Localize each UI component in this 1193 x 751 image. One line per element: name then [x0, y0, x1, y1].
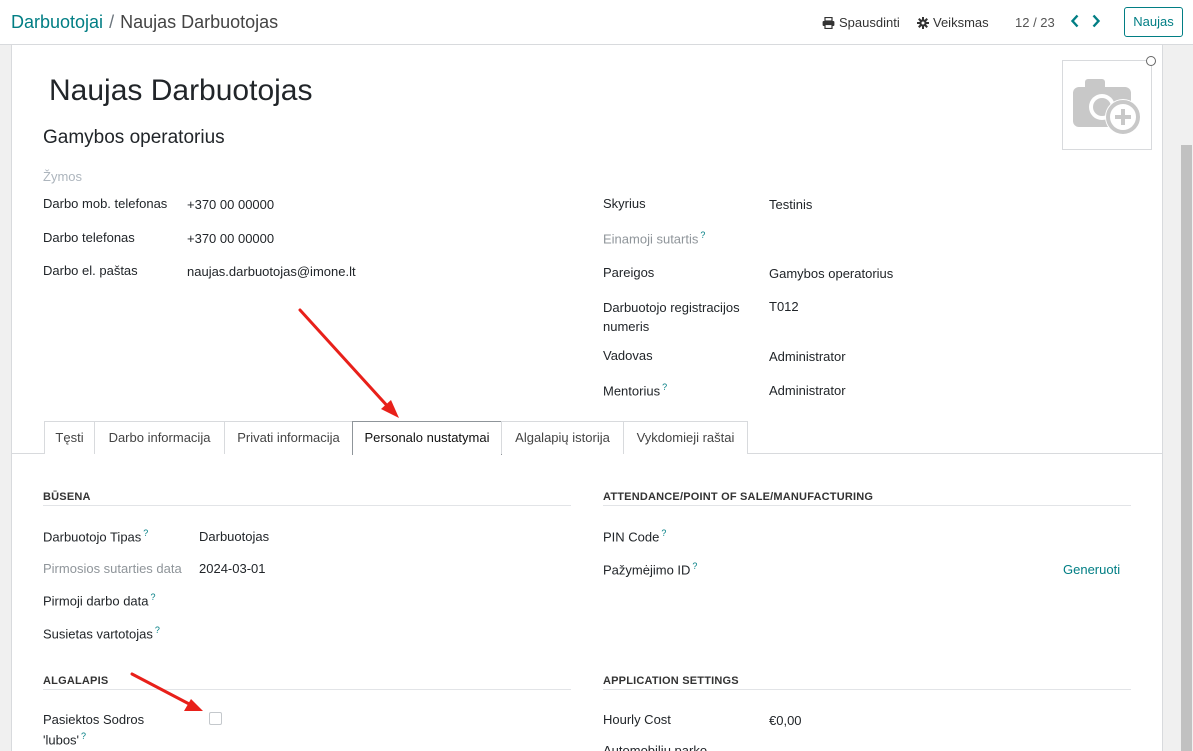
badge-id-input[interactable] [769, 559, 1054, 579]
employee-type-value[interactable]: Darbuotojas [199, 529, 269, 544]
related-user-label: Susietas vartotojas? [43, 625, 160, 641]
tab-enforcement-documents[interactable]: Vykdomieji raštai [623, 421, 748, 454]
first-work-date-input[interactable] [199, 590, 571, 610]
pin-code-label-text: PIN Code [603, 529, 660, 545]
chevron-right-icon [1092, 14, 1101, 28]
department-value[interactable]: Testinis [769, 197, 812, 212]
app-settings-section-title: APPLICATION SETTINGS [603, 675, 739, 687]
work-phone-label: Darbo telefonas [43, 230, 135, 245]
section-divider [43, 689, 571, 690]
employee-type-label-text: Darbuotojo Tipas [43, 529, 142, 545]
help-icon[interactable]: ? [662, 382, 667, 392]
help-icon[interactable]: ? [81, 731, 86, 741]
attendance-section-title: ATTENDANCE/POINT OF SALE/MANUFACTURING [603, 491, 874, 503]
section-divider [603, 689, 1131, 690]
registration-number-value[interactable]: T012 [769, 299, 799, 314]
employee-type-label: Darbuotojo Tipas? [43, 528, 148, 544]
mobile-phone-label: Darbo mob. telefonas [43, 196, 168, 211]
manager-value[interactable]: Administrator [769, 349, 846, 364]
badge-id-label: Pažymėjimo ID? [603, 561, 697, 577]
first-work-date-label: Pirmoji darbo data? [43, 592, 156, 608]
new-record-button[interactable]: Naujas [1124, 7, 1183, 37]
section-divider [603, 505, 1131, 506]
mentor-label-text: Mentorius [603, 383, 661, 399]
pager-next-button[interactable] [1086, 10, 1106, 32]
employee-name-field[interactable]: Naujas Darbuotojas [49, 74, 312, 108]
print-label: Spausdinti [839, 15, 900, 30]
work-phone-value[interactable]: +370 00 00000 [187, 231, 274, 246]
status-section-title: BŪSENA [43, 491, 91, 503]
help-icon[interactable]: ? [700, 230, 705, 240]
tab-continue[interactable]: Tęsti [44, 421, 95, 454]
scrollbar-thumb[interactable] [1181, 145, 1192, 751]
job-title-field[interactable]: Gamybos operatorius [43, 127, 225, 149]
action-menu-button[interactable]: Veiksmas [917, 15, 989, 30]
current-contract-label-text: Einamoji sutartis [603, 231, 699, 247]
mobile-phone-value[interactable]: +370 00 00000 [187, 197, 274, 212]
employee-avatar[interactable] [1062, 60, 1152, 150]
help-icon[interactable]: ? [661, 528, 666, 538]
breadcrumb-separator: / [109, 12, 115, 32]
action-label: Veiksmas [933, 15, 989, 30]
pager-value[interactable]: 12 / 23 [1015, 15, 1055, 30]
hourly-cost-label: Hourly Cost [603, 712, 671, 727]
breadcrumb: Darbuotojai / Naujas Darbuotojas [11, 12, 278, 33]
job-position-label: Pareigos [603, 265, 655, 280]
payslip-section-title: ALGALAPIS [43, 675, 109, 687]
tab-payslip-history[interactable]: Algalapių istorija [501, 421, 624, 454]
badge-id-label-text: Pažymėjimo ID [603, 562, 691, 578]
hourly-cost-value[interactable]: €0,00 [769, 713, 802, 728]
breadcrumb-parent-link[interactable]: Darbuotojai [11, 12, 103, 32]
help-icon[interactable]: ? [151, 592, 156, 602]
camera-plus-icon [1073, 79, 1141, 135]
mentor-value[interactable]: Administrator [769, 383, 846, 398]
help-icon[interactable]: ? [692, 561, 697, 571]
sodra-cap-label-line1: Pasiektos Sodros [43, 712, 145, 727]
work-email-value[interactable]: naujas.darbuotojas@imone.lt [187, 264, 356, 279]
registration-number-label: Darbuotojo registracijos numeris [603, 300, 740, 334]
job-position-value[interactable]: Gamybos operatorius [769, 266, 893, 281]
form-sheet [11, 45, 1163, 751]
current-contract-label: Einamoji sutartis? [603, 230, 705, 246]
related-user-input[interactable] [199, 623, 571, 643]
chevron-left-icon [1070, 14, 1079, 28]
pin-code-label: PIN Code? [603, 528, 666, 544]
first-contract-date-value: 2024-03-01 [199, 561, 266, 576]
help-icon[interactable]: ? [143, 528, 148, 538]
pager-previous-button[interactable] [1065, 10, 1085, 32]
tab-work-information[interactable]: Darbo informacija [94, 421, 225, 454]
gear-icon [917, 16, 929, 29]
avatar-status-indicator [1146, 56, 1156, 66]
manager-label: Vadovas [603, 348, 653, 363]
first-work-date-label-text: Pirmoji darbo data [43, 593, 149, 609]
print-button[interactable]: Spausdinti [822, 15, 900, 30]
tab-hr-settings[interactable]: Personalo nustatymai [352, 421, 502, 455]
mentor-label: Mentorius? [603, 382, 667, 398]
fleet-label: Automobilių parko [603, 743, 708, 751]
sodra-cap-label-line2-text: 'lubos' [43, 732, 80, 748]
work-email-label: Darbo el. paštas [43, 263, 138, 278]
generate-badge-button[interactable]: Generuoti [1063, 562, 1120, 577]
tags-field[interactable]: Žymos [43, 169, 82, 184]
sodra-cap-checkbox[interactable] [209, 712, 222, 725]
help-icon[interactable]: ? [155, 625, 160, 635]
department-label: Skyrius [603, 196, 646, 211]
control-panel: Darbuotojai / Naujas Darbuotojas Spausdint… [0, 0, 1193, 45]
breadcrumb-current: Naujas Darbuotojas [120, 12, 279, 32]
section-divider [43, 505, 571, 506]
printer-icon [822, 16, 835, 29]
pin-code-input[interactable] [769, 526, 1129, 546]
sodra-cap-label-line2: 'lubos'? [43, 731, 86, 747]
related-user-label-text: Susietas vartotojas [43, 626, 153, 642]
first-contract-date-label: Pirmosios sutarties data [43, 561, 182, 576]
tab-private-information[interactable]: Privati informacija [224, 421, 353, 454]
